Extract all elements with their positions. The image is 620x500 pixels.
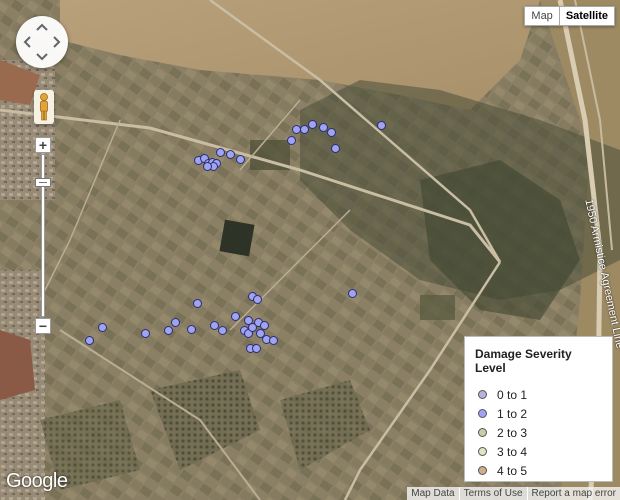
legend-swatch bbox=[478, 409, 487, 418]
damage-marker[interactable] bbox=[331, 144, 340, 153]
legend-item: 4 to 5 bbox=[475, 461, 602, 480]
legend-item: 1 to 2 bbox=[475, 404, 602, 423]
legend-panel: Damage Severity Level 0 to 1 1 to 2 2 to… bbox=[464, 336, 613, 482]
damage-marker[interactable] bbox=[203, 162, 212, 171]
map-data-link[interactable]: Map Data bbox=[407, 487, 458, 500]
damage-marker[interactable] bbox=[171, 318, 180, 327]
damage-marker[interactable] bbox=[236, 155, 245, 164]
legend-label: 4 to 5 bbox=[497, 463, 528, 478]
zoom-out-button[interactable]: − bbox=[35, 318, 51, 334]
damage-marker[interactable] bbox=[377, 121, 386, 130]
map-footer: Map Data Terms of Use Report a map error bbox=[407, 487, 620, 500]
damage-marker[interactable] bbox=[327, 128, 336, 137]
damage-marker[interactable] bbox=[269, 336, 278, 345]
damage-marker[interactable] bbox=[226, 150, 235, 159]
damage-marker[interactable] bbox=[85, 336, 94, 345]
damage-marker[interactable] bbox=[164, 326, 173, 335]
legend-swatch bbox=[478, 466, 487, 475]
damage-marker[interactable] bbox=[348, 289, 357, 298]
damage-marker[interactable] bbox=[141, 329, 150, 338]
pegman-icon bbox=[40, 93, 48, 121]
google-logo[interactable]: Google bbox=[6, 470, 68, 493]
damage-marker[interactable] bbox=[187, 325, 196, 334]
legend-title: Damage Severity Level bbox=[475, 347, 572, 375]
legend-item: 3 to 4 bbox=[475, 442, 602, 461]
report-map-error-link[interactable]: Report a map error bbox=[526, 487, 620, 500]
legend-swatch bbox=[478, 390, 487, 399]
legend-item: 2 to 3 bbox=[475, 423, 602, 442]
legend-label: 0 to 1 bbox=[497, 387, 528, 402]
street-view-pegman[interactable] bbox=[34, 90, 54, 124]
legend-label: 2 to 3 bbox=[497, 425, 528, 440]
legend-label: 1 to 2 bbox=[497, 406, 528, 421]
damage-marker[interactable] bbox=[252, 344, 261, 353]
map-type-map-button[interactable]: Map bbox=[524, 6, 560, 26]
map-type-satellite-button[interactable]: Satellite bbox=[559, 6, 615, 26]
damage-marker[interactable] bbox=[218, 326, 227, 335]
legend-label: 3 to 4 bbox=[497, 444, 528, 459]
damage-marker[interactable] bbox=[216, 148, 225, 157]
pan-arrows-icon bbox=[23, 23, 61, 61]
damage-marker[interactable] bbox=[98, 323, 107, 332]
map[interactable]: 1950 Armistice Agreement Line + − Map Sa… bbox=[0, 0, 620, 500]
zoom-in-button[interactable]: + bbox=[35, 137, 51, 153]
legend-swatch bbox=[478, 428, 487, 437]
legend-swatch bbox=[478, 447, 487, 456]
damage-marker[interactable] bbox=[231, 312, 240, 321]
damage-marker[interactable] bbox=[253, 295, 262, 304]
damage-marker[interactable] bbox=[193, 299, 202, 308]
terms-of-use-link[interactable]: Terms of Use bbox=[458, 487, 527, 500]
zoom-slider-thumb[interactable] bbox=[35, 178, 51, 187]
pan-control[interactable] bbox=[16, 16, 68, 68]
map-type-control: Map Satellite bbox=[524, 6, 615, 26]
legend-item: 0 to 1 bbox=[475, 385, 602, 404]
damage-marker[interactable] bbox=[308, 120, 317, 129]
damage-marker[interactable] bbox=[287, 136, 296, 145]
